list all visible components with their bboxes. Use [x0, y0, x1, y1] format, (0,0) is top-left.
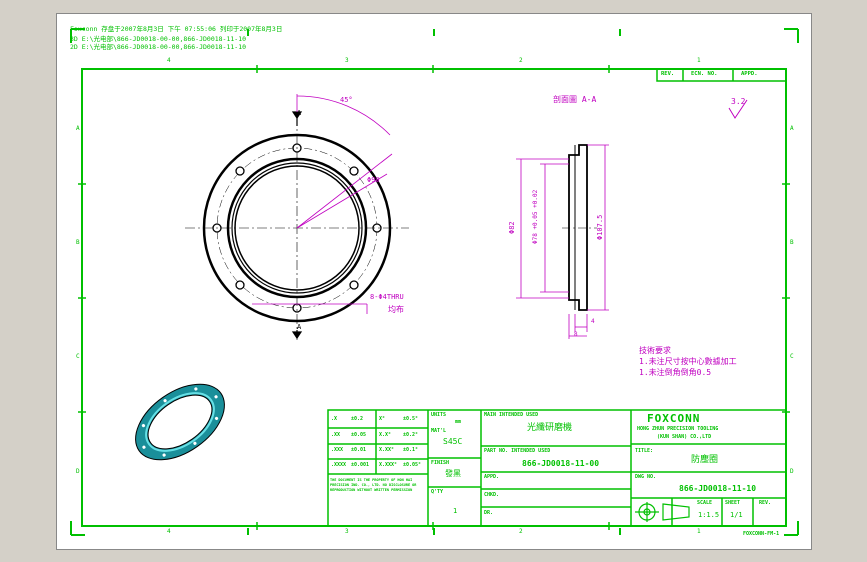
- zone-col-4: 4: [167, 57, 171, 64]
- qty-value: 1: [453, 507, 458, 515]
- hole-circle-dimension: Φ99: [367, 176, 380, 184]
- dr-label: DR.: [484, 510, 494, 516]
- rev-header: REV.: [661, 71, 675, 77]
- appd-label: APPD.: [484, 474, 500, 480]
- zone-row-a-right: A: [790, 125, 794, 132]
- zone-col-3-bottom: 3: [345, 528, 349, 535]
- zone-col-1-bottom: 1: [697, 528, 701, 535]
- tol-cell: ±0.5°: [403, 416, 419, 422]
- chkd-label: CHKD.: [484, 492, 500, 498]
- projection-symbol-icon: [635, 502, 690, 522]
- appd-header: APPD.: [741, 71, 758, 77]
- zone-row-a: A: [76, 125, 80, 132]
- tech-req-title: 技術要求: [639, 346, 671, 355]
- hole-note: 均布: [388, 305, 404, 314]
- dim-8: 8: [574, 331, 578, 338]
- title-value: 防塵圈: [691, 455, 719, 465]
- zone-row-b: B: [76, 239, 80, 246]
- drawing-sheet: Foxconn 存盘于2007年8月3日 下午 07:55:06 列印于2007…: [56, 13, 812, 550]
- tol-cell: ±0.2: [351, 416, 364, 422]
- part-no-label: PART NO. INTENDED USED: [484, 448, 551, 454]
- finish-label: FINISH: [431, 460, 450, 466]
- zone-col-2: 2: [519, 57, 523, 64]
- dwg-no-value: 866-JD0018-11-10: [679, 484, 757, 493]
- tol-cell: ±0.01: [351, 447, 367, 453]
- hole-callout: 8-Φ4THRU: [370, 293, 404, 301]
- qty-label: Q'TY: [431, 489, 444, 495]
- company-name-line-1: HONG ZHUN PRECISION TOOLING: [637, 426, 719, 432]
- tech-req-line-1: 1.未注尺寸按中心數據加工: [639, 357, 737, 366]
- zone-col-1: 1: [697, 57, 701, 64]
- zone-row-c: C: [76, 353, 80, 360]
- part-no-value: 866-JD0018-11-00: [522, 459, 600, 468]
- revision-table: [656, 68, 787, 82]
- tol-cell: ±0.1°: [403, 447, 419, 453]
- zone-col-3: 3: [345, 57, 349, 64]
- tol-cell: .X: [331, 416, 338, 422]
- company-name-line-2: (KUN SHAN) CO.,LTD: [657, 434, 712, 440]
- tol-cell: ±0.05°: [403, 462, 422, 468]
- fine-print: THE DOCUMENT IS THE PROPERTY OF HON HAI …: [330, 478, 417, 492]
- dim-d78: Φ78 +0.05 +0.02: [532, 189, 539, 244]
- section-view: [516, 144, 609, 339]
- section-marker-bottom: A: [297, 323, 302, 331]
- units-value: mm: [455, 419, 462, 425]
- dim-d82: Φ82: [508, 221, 516, 234]
- tech-req-line-2: 1.未注倒角倒角0.5: [639, 368, 712, 377]
- scale-value: 1:1.5: [698, 511, 720, 519]
- finish-value: 發黑: [445, 469, 461, 478]
- scale-label: SCALE: [697, 500, 713, 506]
- section-title: 剖面圖 A-A: [553, 95, 597, 104]
- zone-col-2-bottom: 2: [519, 528, 523, 535]
- tol-cell: X.XXX°: [379, 462, 398, 468]
- surface-finish-value: 3.2: [731, 97, 746, 106]
- main-assy-value: 光纖研磨機: [527, 423, 573, 433]
- material-label: MAT'L: [431, 428, 447, 434]
- tol-cell: X.XX°: [379, 447, 395, 453]
- rev-label: REV.: [759, 500, 772, 506]
- title-label: TITLE:: [635, 448, 654, 454]
- ecn-header: ECN. NO.: [691, 71, 718, 77]
- tol-cell: ±0.2°: [403, 432, 419, 438]
- zone-row-b-right: B: [790, 239, 794, 246]
- zone-row-d: D: [76, 468, 80, 475]
- cad-drawing: [70, 28, 799, 536]
- dim-4: 4: [591, 318, 595, 325]
- dwg-no-label: DWG NO.: [635, 474, 657, 480]
- sheet-label: SHEET: [725, 500, 741, 506]
- zone-row-c-right: C: [790, 353, 794, 360]
- tol-cell: .XXXX: [331, 462, 347, 468]
- front-view: [185, 94, 409, 340]
- units-label: UNITS: [431, 412, 447, 418]
- sheet-value: 1/1: [730, 511, 743, 519]
- tol-cell: X°: [379, 416, 386, 422]
- material-value: S45C: [443, 437, 463, 446]
- tol-cell: .XXX: [331, 447, 344, 453]
- angle-dimension: 45°: [340, 96, 353, 104]
- section-marker-top: A: [297, 109, 302, 117]
- isometric-view: [135, 383, 225, 461]
- form-number: FOXCONN-FM-1: [743, 531, 780, 537]
- tol-cell: ±0.001: [351, 462, 370, 468]
- tol-cell: X.X°: [379, 432, 392, 438]
- company-logo: FOXCONN: [647, 412, 701, 425]
- zone-row-d-right: D: [790, 468, 794, 475]
- tol-cell: ±0.05: [351, 432, 367, 438]
- zone-col-4-bottom: 4: [167, 528, 171, 535]
- tol-cell: .XX: [331, 432, 341, 438]
- main-assy-label: MAIN INTENDED USED: [484, 412, 539, 418]
- dim-d107: Φ107.5: [596, 214, 604, 240]
